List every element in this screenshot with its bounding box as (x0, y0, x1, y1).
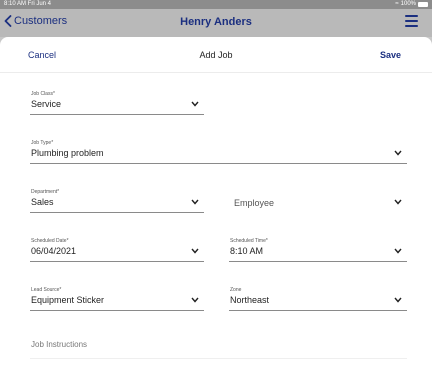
lead-source-select[interactable]: Lead Source* Equipment Sticker (30, 287, 204, 311)
chevron-down-icon (394, 248, 402, 254)
scheduled-date-picker[interactable]: Scheduled Date* 06/04/2021 (30, 238, 204, 262)
job-type-value: Plumbing problem (31, 148, 104, 158)
chevron-down-icon (191, 101, 199, 107)
sheet-title: Add Job (199, 50, 233, 60)
status-bar: 8:10 AM Fri Jun 4 ≈ 100% (0, 0, 432, 9)
status-time-date: 8:10 AM Fri Jun 4 (4, 1, 52, 7)
job-class-label: Job Class* (31, 91, 55, 97)
scheduled-time-value: 8:10 AM (230, 246, 264, 256)
chevron-down-icon (394, 199, 402, 205)
lead-source-value: Equipment Sticker (31, 295, 105, 305)
wifi-icon: ≈ (395, 1, 399, 7)
sheet-header: Cancel Add Job Save (0, 37, 432, 73)
department-value: Sales (31, 197, 54, 207)
add-job-sheet: Cancel Add Job Save Job Class* Service J… (0, 37, 432, 370)
navigation-bar: Customers Henry Anders (0, 9, 432, 37)
scheduled-time-picker[interactable]: Scheduled Time* 8:10 AM (229, 238, 407, 262)
chevron-down-icon (191, 248, 199, 254)
save-button[interactable]: Save (380, 50, 401, 60)
hamburger-menu-icon[interactable] (405, 15, 418, 27)
status-icons: ≈ 100% (395, 1, 428, 7)
chevron-down-icon (394, 297, 402, 303)
job-type-label: Job Type* (31, 140, 54, 146)
zone-value: Northeast (230, 295, 270, 305)
department-select[interactable]: Department* Sales (30, 189, 204, 213)
job-instructions-input[interactable]: Job Instructions (30, 335, 407, 359)
zone-label: Zone (230, 287, 242, 293)
chevron-down-icon (191, 297, 199, 303)
job-class-value: Service (31, 99, 62, 109)
battery-percent: 100% (400, 1, 416, 7)
chevron-down-icon (191, 199, 199, 205)
scheduled-date-value: 06/04/2021 (31, 246, 77, 256)
customer-name-title: Henry Anders (180, 16, 252, 28)
lead-source-label: Lead Source* (31, 287, 62, 293)
zone-select[interactable]: Zone Northeast (229, 287, 407, 311)
job-instructions-placeholder: Job Instructions (31, 340, 88, 349)
battery-icon (418, 1, 428, 7)
chevron-down-icon (394, 150, 402, 156)
employee-placeholder: Employee (234, 198, 275, 208)
scheduled-date-label: Scheduled Date* (31, 238, 69, 244)
job-class-select[interactable]: Job Class* Service (30, 91, 204, 115)
employee-select[interactable]: Employee (229, 189, 407, 213)
department-label: Department* (31, 189, 60, 195)
job-type-select[interactable]: Job Type* Plumbing problem (30, 140, 407, 164)
scheduled-time-label: Scheduled Time* (230, 238, 268, 244)
